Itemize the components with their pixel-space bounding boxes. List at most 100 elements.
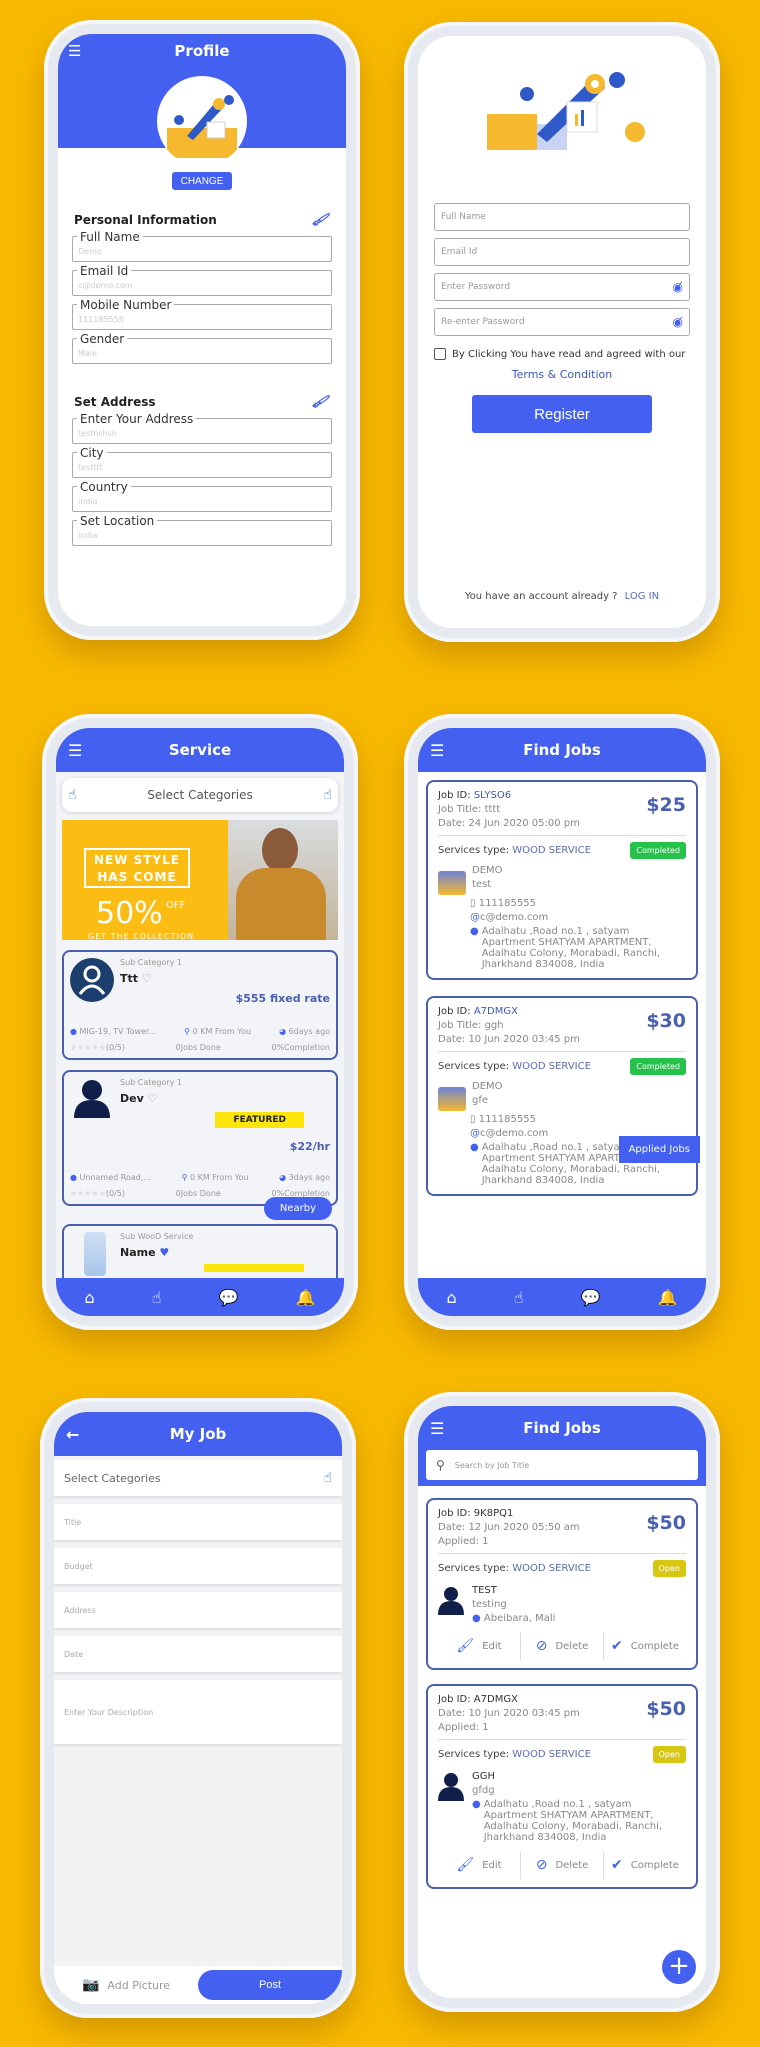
heart-icon[interactable]: ♡ <box>148 1092 158 1105</box>
change-photo-button[interactable]: CHANGE <box>172 172 232 190</box>
edit-button[interactable]: 🖌 Edit <box>438 1632 521 1660</box>
eye-slash-icon[interactable]: ◉̸ <box>673 280 683 294</box>
phone-profile: ☰ Profile CHANGE Personal Information 🖌 … <box>44 20 360 640</box>
add-picture-button[interactable]: 📷 Add Picture <box>54 1977 198 1993</box>
phone-register: Full Name Email Id Enter Password ◉̸ Re-e… <box>404 22 720 642</box>
clock-icon: ◕ <box>279 1173 287 1182</box>
job-card[interactable]: Job ID: A7DMGX Job Title: ggh Date: 10 J… <box>426 996 700 1196</box>
agree-checkbox[interactable] <box>434 348 446 360</box>
login-link[interactable]: LOG IN <box>625 591 659 602</box>
complete-button[interactable]: ✔ Complete <box>604 1632 686 1660</box>
register-full-name-input[interactable]: Full Name <box>434 203 690 231</box>
search-bar: ⚲ Search by Job Title <box>418 1450 706 1486</box>
my-job-screen: ← My Job Select Categories ☝ Title Budge… <box>54 1412 342 2004</box>
register-password-input[interactable]: Enter Password ◉̸ <box>434 273 690 301</box>
bottom-nav: ⌂ ☝ 💬 🔔 <box>418 1278 706 1316</box>
avatar <box>438 1771 464 1803</box>
back-arrow-icon[interactable]: ← <box>66 1425 79 1444</box>
chat-icon[interactable]: 💬 <box>581 1288 601 1307</box>
search-input[interactable]: ⚲ Search by Job Title <box>426 1450 698 1480</box>
service-card[interactable]: Sub Category 1 Dev ♡ FEATURED $22/hr ● U… <box>62 1070 338 1220</box>
profile-screen: ☰ Profile CHANGE Personal Information 🖌 … <box>58 34 346 626</box>
phone-find-jobs-1: ☰ Find Jobs Job ID: SLYSO6 Job Title: tt… <box>404 714 720 1330</box>
job-card[interactable]: Job ID: 9K8PQ1 Date: 12 Jun 2020 05:50 a… <box>426 1498 698 1670</box>
complete-button[interactable]: ✔ Complete <box>604 1851 686 1879</box>
register-screen: Full Name Email Id Enter Password ◉̸ Re-e… <box>418 36 706 628</box>
bell-icon[interactable]: 🔔 <box>658 1288 678 1307</box>
city-field[interactable]: City testttt <box>72 446 332 478</box>
heart-filled-icon[interactable]: ♥ <box>159 1246 169 1259</box>
home-icon[interactable]: ⌂ <box>447 1288 457 1307</box>
category-hand-icon[interactable]: ☝ <box>514 1288 524 1307</box>
location-icon: ● <box>70 1173 77 1182</box>
phone-my-job: ← My Job Select Categories ☝ Title Budge… <box>40 1398 356 2018</box>
page-title: Find Jobs <box>523 1419 601 1437</box>
edit-button[interactable]: 🖌 Edit <box>438 1851 521 1879</box>
location-icon: ● <box>70 1027 77 1036</box>
country-field[interactable]: Country india <box>72 480 332 512</box>
divider <box>438 835 686 836</box>
location-icon: ● <box>472 1799 481 1810</box>
home-icon[interactable]: ⌂ <box>85 1288 95 1307</box>
job-actions: 🖌 Edit ⊘ Delete ✔ Complete <box>438 1851 686 1879</box>
status-badge: Completed <box>630 1058 686 1075</box>
job-card[interactable]: Job ID: SLYSO6 Job Title: tttt Date: 24 … <box>426 780 698 980</box>
job-actions: 🖌 Edit ⊘ Delete ✔ Complete <box>438 1632 686 1660</box>
status-badge: Open <box>652 1746 686 1763</box>
address-field[interactable]: Enter Your Address testhshsh <box>72 412 332 444</box>
register-repassword-input[interactable]: Re-enter Password ◉̸ <box>434 308 690 336</box>
heart-icon[interactable]: ♡ <box>142 972 152 985</box>
register-illustration <box>467 54 657 154</box>
edit-brush-icon[interactable]: 🖌 <box>311 393 331 412</box>
star-rating: ★★★★★ <box>70 1043 106 1052</box>
post-button[interactable]: Post <box>198 1970 342 2000</box>
gender-field[interactable]: Gender Male <box>72 332 332 364</box>
banner-model-head <box>262 828 298 872</box>
status-badge: Completed <box>630 842 686 859</box>
category-hand-icon[interactable]: ☝ <box>152 1288 162 1307</box>
find-jobs-screen: ☰ Find Jobs Job ID: SLYSO6 Job Title: tt… <box>418 728 706 1316</box>
add-job-fab[interactable]: + <box>662 1950 696 1984</box>
page-title: My Job <box>169 1425 227 1443</box>
bottom-nav: ⌂ ☝ 💬 🔔 <box>56 1278 344 1316</box>
avatar <box>438 1585 464 1617</box>
menu-icon[interactable]: ☰ <box>68 741 82 760</box>
brush-icon: 🖌 <box>456 1638 475 1654</box>
job-price: $50 <box>646 1698 686 1720</box>
location-icon: ● <box>472 1613 481 1624</box>
promo-banner[interactable]: NEW STYLE HAS COME 50% OFF GET THE COLLEC… <box>62 820 338 940</box>
search-icon: ⚲ <box>436 1458 445 1472</box>
select-categories-bar[interactable]: ☝ Select Categories ☝ <box>62 778 338 812</box>
register-email-input[interactable]: Email Id <box>434 238 690 266</box>
applied-jobs-button[interactable]: Applied Jobs <box>618 1136 700 1163</box>
edit-brush-icon[interactable]: 🖌 <box>311 211 331 230</box>
register-button[interactable]: Register <box>472 395 652 433</box>
mobile-field[interactable]: Mobile Number 111185555 <box>72 298 332 330</box>
location-field[interactable]: Set Location india <box>72 514 332 546</box>
nearby-button[interactable]: Nearby <box>263 1197 332 1220</box>
delete-button[interactable]: ⊘ Delete <box>521 1632 604 1660</box>
email-icon: @ <box>470 1128 480 1139</box>
chat-icon[interactable]: 💬 <box>219 1288 239 1307</box>
banner-percent: 50% <box>96 896 163 931</box>
service-card[interactable]: Sub Category 1 Ttt ♡ $555 fixed rate ● M… <box>62 950 338 1060</box>
bell-icon[interactable]: 🔔 <box>296 1288 316 1307</box>
email-field[interactable]: Email Id c@demo.com <box>72 264 332 296</box>
service-screen: ☰ Service ☝ Select Categories ☝ NEW STYL… <box>56 728 344 1316</box>
address-input[interactable]: Address <box>54 1592 342 1628</box>
menu-icon[interactable]: ☰ <box>430 741 444 760</box>
budget-input[interactable]: Budget <box>54 1548 342 1584</box>
location-icon: ● <box>470 926 479 937</box>
banner-cta: GET THE COLLECTION <box>88 932 195 940</box>
full-name-field[interactable]: Full Name Demo <box>72 230 332 262</box>
menu-icon[interactable]: ☰ <box>430 1419 444 1438</box>
eye-slash-icon[interactable]: ◉̸ <box>673 315 683 329</box>
job-card[interactable]: Job ID: A7DMGX Date: 10 Jun 2020 03:45 p… <box>426 1684 698 1889</box>
description-input[interactable]: Enter Your Description <box>54 1680 342 1744</box>
select-categories-field[interactable]: Select Categories ☝ <box>54 1460 342 1496</box>
personal-info-section: Personal Information 🖌 <box>74 211 331 230</box>
terms-link[interactable]: Terms & Condition <box>418 368 706 381</box>
date-input[interactable]: Date <box>54 1636 342 1672</box>
title-input[interactable]: Title <box>54 1504 342 1540</box>
delete-button[interactable]: ⊘ Delete <box>521 1851 604 1879</box>
